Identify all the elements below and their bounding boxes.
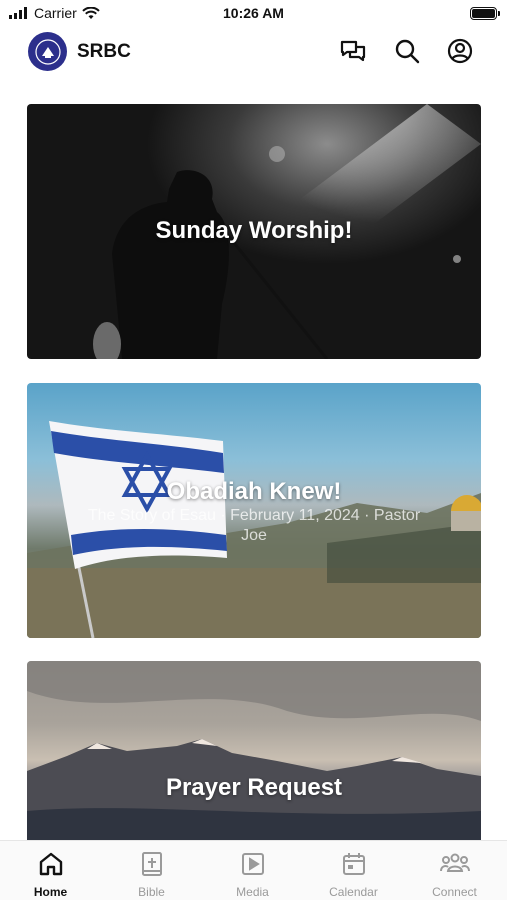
card-title: Sunday Worship! xyxy=(155,217,353,244)
calendar-icon xyxy=(343,853,365,875)
tab-media[interactable]: Media xyxy=(202,841,303,901)
church-logo[interactable] xyxy=(28,32,67,71)
tab-label: Calendar xyxy=(329,885,378,899)
app-header: SRBC xyxy=(0,28,507,78)
bible-icon xyxy=(142,852,162,876)
account-icon xyxy=(447,38,473,64)
card-subtitle: The Story of Esau · February 11, 2024 · … xyxy=(87,507,421,544)
church-seal-icon xyxy=(34,38,61,65)
tab-label: Media xyxy=(236,885,269,899)
tab-label: Connect xyxy=(432,885,477,899)
profile-button[interactable] xyxy=(445,36,475,66)
status-bar: Carrier 10:26 AM xyxy=(0,0,507,28)
battery-icon xyxy=(470,7,500,20)
tab-connect[interactable]: Connect xyxy=(404,841,505,901)
tab-label: Home xyxy=(33,885,68,899)
connect-icon xyxy=(440,853,470,872)
tab-bible[interactable]: Bible xyxy=(101,841,202,901)
chat-icon xyxy=(340,40,366,62)
bottom-tab-bar: Home Bible Media Calendar Connect xyxy=(0,840,507,900)
card-prayer-request[interactable]: Prayer Request xyxy=(27,661,481,841)
tab-home[interactable]: Home xyxy=(0,841,101,901)
tab-calendar[interactable]: Calendar xyxy=(303,841,404,901)
card-title: Obadiah Knew! xyxy=(166,478,342,505)
search-button[interactable] xyxy=(392,36,422,66)
card-sunday-worship[interactable]: Sunday Worship! xyxy=(27,104,481,359)
brand-name: SRBC xyxy=(77,41,131,62)
card-title: Prayer Request xyxy=(165,774,343,801)
tab-label: Bible xyxy=(138,885,165,899)
home-icon xyxy=(39,852,63,876)
mountains-photo xyxy=(27,661,481,841)
messages-button[interactable] xyxy=(338,36,368,66)
card-obadiah-knew[interactable]: Obadiah Knew! The Story of Esau · Februa… xyxy=(27,383,481,638)
status-time: 10:26 AM xyxy=(223,5,284,21)
search-icon xyxy=(395,39,420,64)
media-icon xyxy=(242,853,264,875)
